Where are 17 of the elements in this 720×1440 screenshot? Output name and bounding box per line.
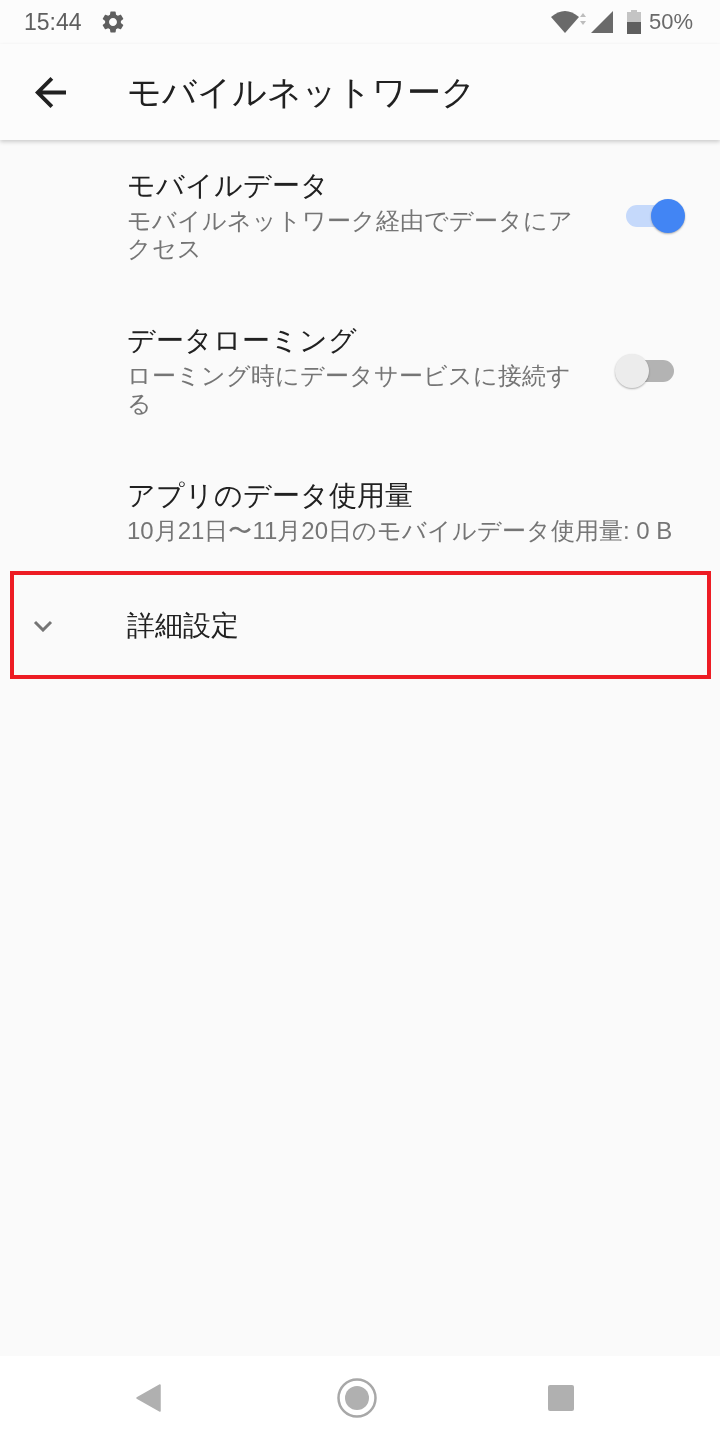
signal-icon bbox=[590, 11, 613, 33]
screen-title: モバイルネットワーク bbox=[127, 72, 476, 113]
setting-summary: モバイルネットワーク経由でデータにアクセス bbox=[127, 207, 574, 263]
battery-percent: 50% bbox=[648, 11, 693, 33]
battery-icon bbox=[626, 10, 641, 34]
setting-summary: 10月21日〜11月20日のモバイルデータ使用量: 0 B bbox=[127, 517, 674, 545]
setting-title: データローミング bbox=[127, 324, 358, 358]
setting-title: 詳細設定 bbox=[127, 609, 239, 643]
settings-icon bbox=[101, 11, 124, 33]
home-icon[interactable] bbox=[337, 1378, 377, 1418]
chevron-down-icon[interactable] bbox=[33, 620, 53, 632]
setting-title: アプリのデータ使用量 bbox=[127, 479, 414, 513]
setting-summary: ローミング時にデータサービスに接続する bbox=[127, 362, 572, 418]
status-time: 15:44 bbox=[24, 10, 82, 34]
back-icon[interactable] bbox=[35, 76, 66, 108]
setting-title: モバイルデータ bbox=[127, 169, 330, 203]
wifi-icon bbox=[550, 10, 587, 34]
